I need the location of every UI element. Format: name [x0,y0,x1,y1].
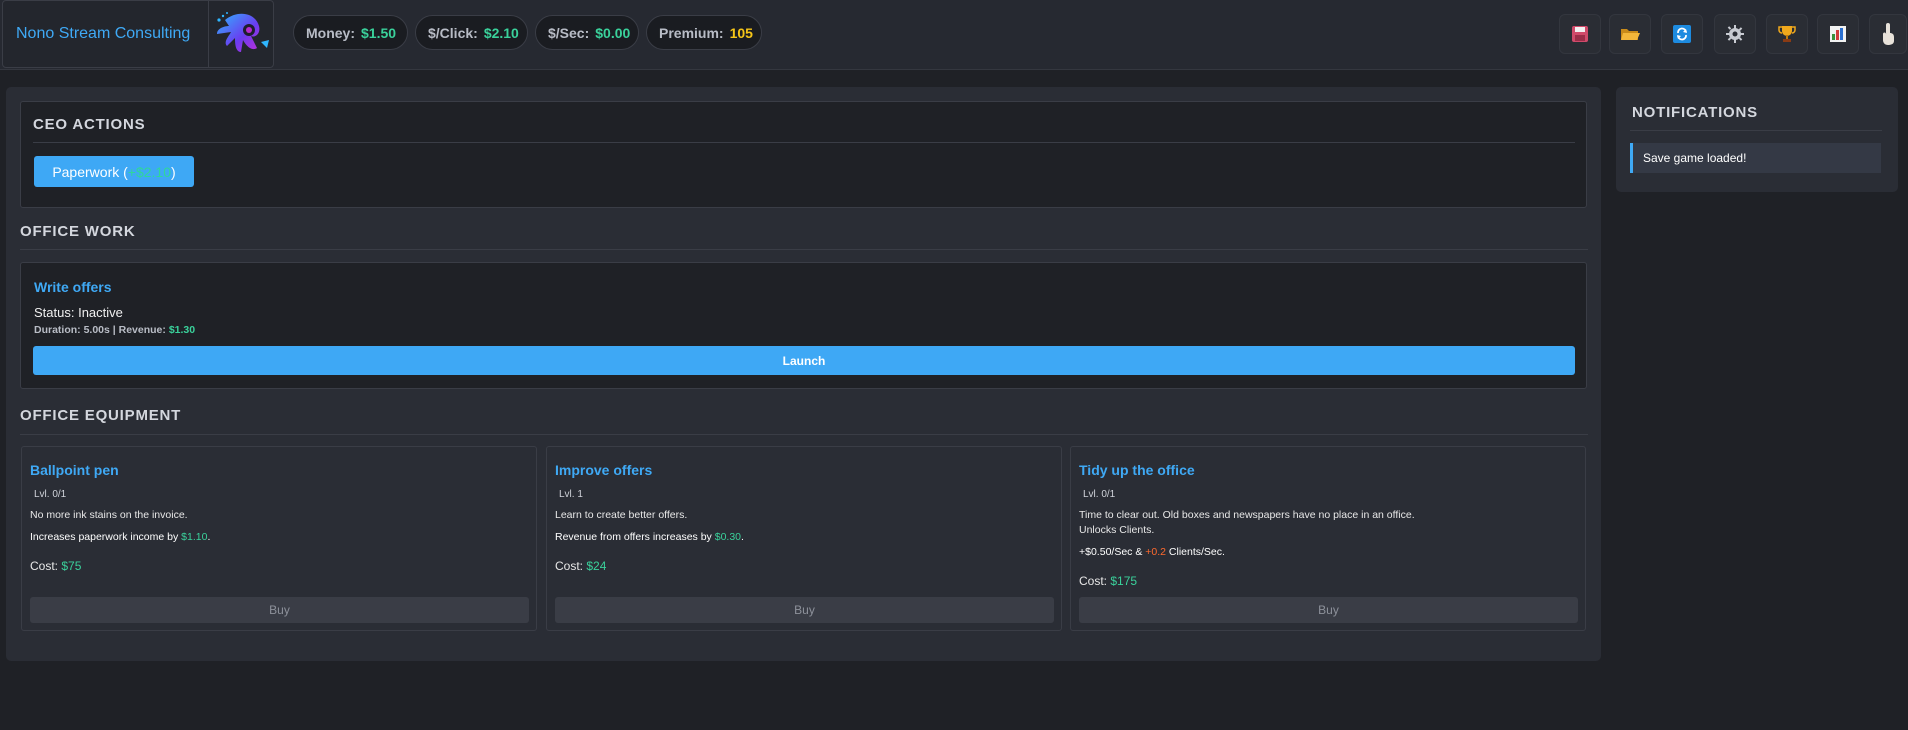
notifications-panel: NOTIFICATIONS Save game loaded! [1616,87,1898,192]
upgrade-description: Time to clear out. Old boxes and newspap… [1079,509,1415,521]
divider [33,142,1575,143]
upgrade-effect: Increases paperwork income by $1.10. [30,531,211,543]
save-icon [1572,26,1588,42]
load-button[interactable] [1609,14,1651,54]
buy-button[interactable]: Buy [1079,597,1578,623]
click-mode-button[interactable] [1869,14,1907,54]
upgrade-cost: Cost: $24 [555,559,607,573]
buy-button[interactable]: Buy [555,597,1054,623]
money-value: $1.50 [361,24,397,41]
notifications-title: NOTIFICATIONS [1632,104,1758,121]
money-stat: Money: $1.50 [293,15,408,50]
upgrade-effect: Revenue from offers increases by $0.30. [555,531,744,543]
divider [20,434,1588,435]
load-folder-icon [1621,29,1640,40]
task-title: Write offers [34,279,112,295]
settings-button[interactable] [1714,14,1756,54]
ceo-actions-box: CEO ACTIONS Paperwork (+$2.10) [20,101,1587,208]
paperwork-button[interactable]: Paperwork (+$2.10) [34,156,194,187]
game-title: Nono Stream Consulting [16,25,191,42]
octopus-logo-icon [208,1,274,67]
save-button[interactable] [1559,14,1601,54]
launch-button[interactable]: Launch [33,346,1575,375]
premium-stat: Premium: 105 [646,15,762,50]
upgrade-card-tidy-office: Tidy up the office Lvl. 0/1 Time to clea… [1070,446,1586,631]
reset-button[interactable] [1661,14,1703,54]
stats-chart-icon [1830,26,1846,42]
task-status: Status: Inactive [34,305,123,320]
top-bar: Nono Stream Consulting Money: $1.50 $/Cl… [0,0,1908,70]
per-sec-value: $0.00 [595,24,631,41]
divider [20,249,1588,250]
upgrade-card-improve-offers: Improve offers Lvl. 1 Learn to create be… [546,446,1062,631]
upgrade-level: Lvl. 0/1 [34,489,67,500]
brand: Nono Stream Consulting [2,0,274,68]
upgrade-title: Ballpoint pen [30,462,119,478]
paperwork-income: +$2.10 [127,163,171,180]
notification-item: Save game loaded! [1630,143,1881,173]
upgrade-level: Lvl. 0/1 [1083,489,1116,500]
upgrade-level: Lvl. 1 [559,489,583,500]
reset-icon [1673,25,1691,43]
write-offers-task: Write offers Status: Inactive Duration: … [20,262,1587,389]
hand-pointer-icon [1883,23,1894,45]
upgrade-effect: +$0.50/Sec & +0.2 Clients/Sec. [1079,546,1225,558]
upgrade-unlock-note: Unlocks Clients. [1079,524,1155,536]
status-value: Inactive [78,305,123,320]
upgrade-cost: Cost: $75 [30,559,82,573]
ceo-actions-title: CEO ACTIONS [33,116,146,133]
trophy-icon [1778,26,1796,42]
upgrade-description: No more ink stains on the invoice. [30,509,188,521]
buy-button[interactable]: Buy [30,597,529,623]
office-equipment-title: OFFICE EQUIPMENT [20,407,182,424]
upgrade-card-ballpoint-pen: Ballpoint pen Lvl. 0/1 No more ink stain… [21,446,537,631]
statistics-button[interactable] [1817,14,1859,54]
per-click-value: $2.10 [483,24,519,41]
per-sec-stat: $/Sec: $0.00 [535,15,639,50]
premium-value: 105 [729,24,753,41]
upgrade-description: Learn to create better offers. [555,509,688,521]
task-details: Duration: 5.00s | Revenue: $1.30 [34,324,196,336]
task-revenue: $1.30 [168,324,196,336]
upgrade-title: Improve offers [555,462,653,478]
settings-gear-icon [1726,25,1744,43]
per-click-stat: $/Click: $2.10 [415,15,528,50]
office-work-title: OFFICE WORK [20,223,136,240]
upgrade-title: Tidy up the office [1079,462,1195,478]
achievements-button[interactable] [1766,14,1808,54]
divider [1630,130,1882,131]
main-panel: CEO ACTIONS Paperwork (+$2.10) OFFICE WO… [6,87,1601,661]
upgrade-cost: Cost: $175 [1079,574,1138,588]
